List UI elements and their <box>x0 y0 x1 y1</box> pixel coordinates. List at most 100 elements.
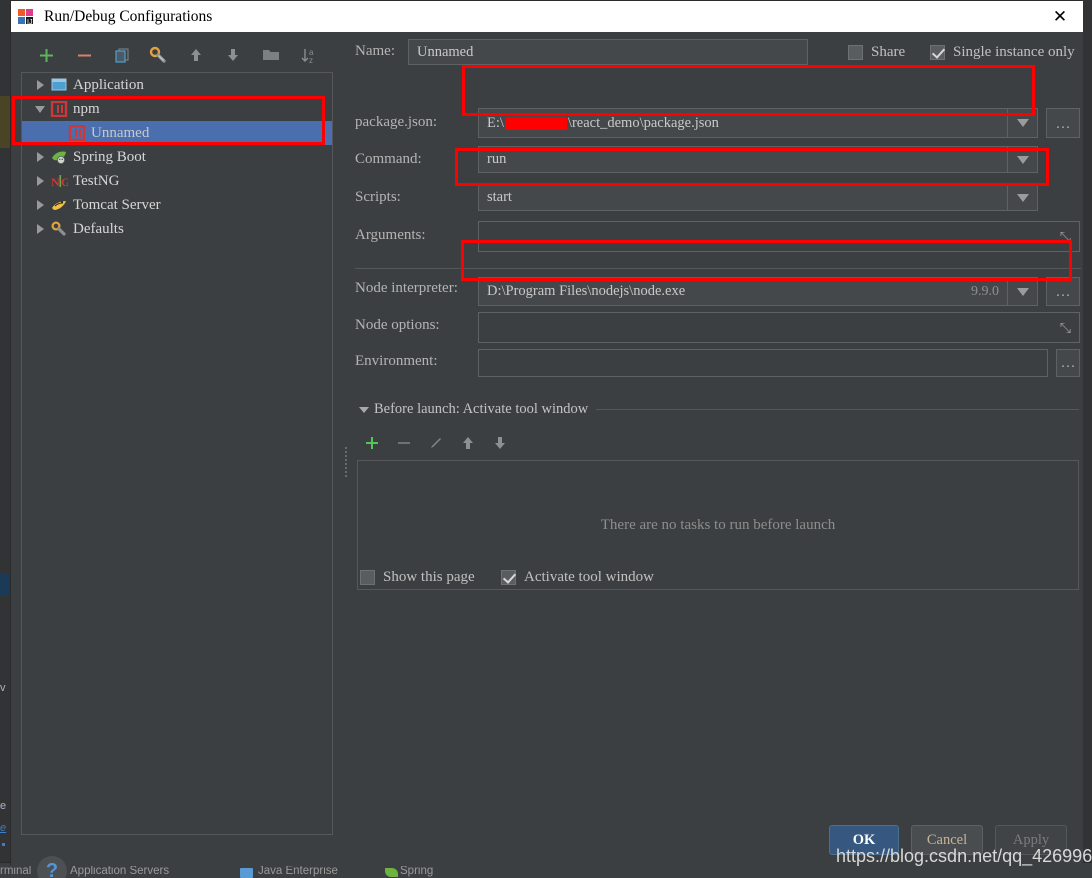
show-this-page-checkbox[interactable]: Show this page <box>360 569 475 586</box>
activate-tool-window-checkbox[interactable]: Activate tool window <box>501 569 654 586</box>
before-launch-empty-message: There are no tasks to run before launch <box>600 516 836 533</box>
tree-item-npm[interactable]: npm <box>22 97 332 121</box>
scripts-label: Scripts: <box>355 189 401 205</box>
ide-left-dot <box>2 843 5 846</box>
chevron-down-icon[interactable] <box>1007 147 1037 172</box>
scripts-input[interactable]: start <box>478 184 1038 211</box>
wrench-icon[interactable] <box>145 42 171 68</box>
node-interpreter-browse-button[interactable]: ··· <box>1046 277 1080 306</box>
node-interpreter-label: Node interpreter: <box>355 280 458 296</box>
application-icon <box>50 77 68 93</box>
activate-tool-window-checkbox-box[interactable] <box>501 570 516 585</box>
ide-left-text-v: v <box>0 682 6 694</box>
configurations-tree[interactable]: Application npm Unnamed Spring Boot N G … <box>21 72 333 835</box>
show-this-page-checkbox-box[interactable] <box>360 570 375 585</box>
chevron-right-icon[interactable] <box>30 200 50 210</box>
intellij-idea-icon: IJ <box>17 8 35 26</box>
bl-edit-button[interactable] <box>423 430 449 456</box>
expand-icon[interactable]: ⤡ <box>1060 319 1071 336</box>
tree-item-label: Defaults <box>73 220 124 237</box>
ide-left-text-link[interactable]: e <box>0 822 6 834</box>
tree-item-testng[interactable]: N G TestNG <box>22 169 332 193</box>
package-json-label: package.json: <box>355 114 438 130</box>
command-label: Command: <box>355 151 422 167</box>
chevron-down-icon[interactable] <box>1007 185 1037 210</box>
node-options-label-row: Node options: <box>355 317 440 334</box>
remove-button[interactable] <box>71 42 97 68</box>
chevron-down-icon[interactable] <box>359 406 369 413</box>
status-item-spring[interactable]: Spring <box>400 865 433 877</box>
arguments-input[interactable]: ⤡ <box>478 221 1080 252</box>
bl-down-button[interactable] <box>487 430 513 456</box>
chevron-right-icon[interactable] <box>30 224 50 234</box>
spring-icon <box>385 868 398 877</box>
redaction-mark <box>504 116 567 130</box>
close-icon[interactable]: ✕ <box>1037 1 1083 32</box>
before-launch-divider <box>596 409 1079 410</box>
activate-tool-window-label: Activate tool window <box>524 569 654 585</box>
environment-browse-button[interactable]: ··· <box>1056 349 1080 377</box>
chevron-right-icon[interactable] <box>30 176 50 186</box>
dialog-titlebar: IJ Run/Debug Configurations ✕ <box>11 1 1083 32</box>
chevron-right-icon[interactable] <box>30 80 50 90</box>
tree-item-tomcat-server[interactable]: Tomcat Server <box>22 193 332 217</box>
sort-az-icon[interactable]: a z <box>296 42 322 68</box>
copy-icon[interactable] <box>109 42 135 68</box>
ide-right-toolwindow-strip <box>1082 0 1092 865</box>
command-input[interactable]: run <box>478 146 1038 173</box>
dialog-body: a z Application npm Unnamed Spring Boot … <box>11 32 1083 878</box>
node-interpreter-label-row: Node interpreter: <box>355 280 458 297</box>
arrow-up-icon[interactable] <box>183 42 209 68</box>
node-interpreter-input[interactable]: D:\Program Files\nodejs\node.exe 9.9.0 <box>478 277 1038 306</box>
watermark-url: https://blog.csdn.net/qq_42699690 <box>836 846 1092 866</box>
name-label-row: Name: <box>355 43 395 60</box>
share-checkbox-box[interactable] <box>848 45 863 60</box>
tree-item-label: npm <box>73 100 100 117</box>
ide-left-highlight-1 <box>0 96 10 148</box>
package-json-label-row: package.json: <box>355 114 437 131</box>
chevron-down-icon[interactable] <box>30 105 50 113</box>
before-launch-toolbar <box>359 430 559 456</box>
tree-item-defaults[interactable]: Defaults <box>22 217 332 241</box>
name-input[interactable]: Unnamed <box>408 39 808 65</box>
testng-icon: N G <box>50 173 70 189</box>
environment-input[interactable] <box>478 349 1048 377</box>
node-version-badge: 9.9.0 <box>971 283 999 299</box>
splitter-handle[interactable] <box>344 445 350 477</box>
help-button[interactable]: ? <box>37 856 67 878</box>
folder-icon[interactable] <box>258 42 284 68</box>
tree-item-label: Application <box>73 76 144 93</box>
chevron-down-icon[interactable] <box>1007 278 1037 305</box>
status-item-app-servers[interactable]: Application Servers <box>70 865 169 877</box>
single-instance-label: Single instance only <box>953 44 1075 60</box>
single-instance-checkbox-box[interactable] <box>930 45 945 60</box>
node-options-label: Node options: <box>355 317 440 333</box>
package-json-input[interactable]: E:\ \react_demo\package.json <box>478 108 1038 138</box>
configurations-toolbar: a z <box>21 42 331 70</box>
tomcat-icon <box>50 197 68 213</box>
command-value: run <box>487 151 507 167</box>
chevron-right-icon[interactable] <box>30 152 50 162</box>
tree-item-application[interactable]: Application <box>22 73 332 97</box>
arrow-down-icon[interactable] <box>220 42 246 68</box>
java-enterprise-icon <box>240 868 253 878</box>
before-launch-header[interactable]: Before launch: Activate tool window <box>359 401 1079 418</box>
wrench-icon <box>50 221 68 237</box>
tree-item-label: Spring Boot <box>73 148 146 165</box>
package-json-browse-button[interactable]: ··· <box>1046 108 1080 138</box>
share-checkbox[interactable]: Share <box>848 44 905 61</box>
add-button[interactable] <box>33 42 59 68</box>
status-item-terminal[interactable]: rminal <box>0 865 31 877</box>
status-item-java-ee[interactable]: Java Enterprise <box>258 865 338 877</box>
expand-icon[interactable]: ⤡ <box>1060 228 1071 245</box>
ide-left-text-e: e <box>0 800 7 812</box>
share-label: Share <box>871 44 906 60</box>
bl-up-button[interactable] <box>455 430 481 456</box>
single-instance-checkbox[interactable]: Single instance only <box>930 44 1075 61</box>
bl-remove-button[interactable] <box>391 430 417 456</box>
tree-item-unnamed[interactable]: Unnamed <box>22 121 332 145</box>
chevron-down-icon[interactable] <box>1007 109 1037 137</box>
bl-add-button[interactable] <box>359 430 385 456</box>
tree-item-spring-boot[interactable]: Spring Boot <box>22 145 332 169</box>
node-options-input[interactable]: ⤡ <box>478 312 1080 343</box>
